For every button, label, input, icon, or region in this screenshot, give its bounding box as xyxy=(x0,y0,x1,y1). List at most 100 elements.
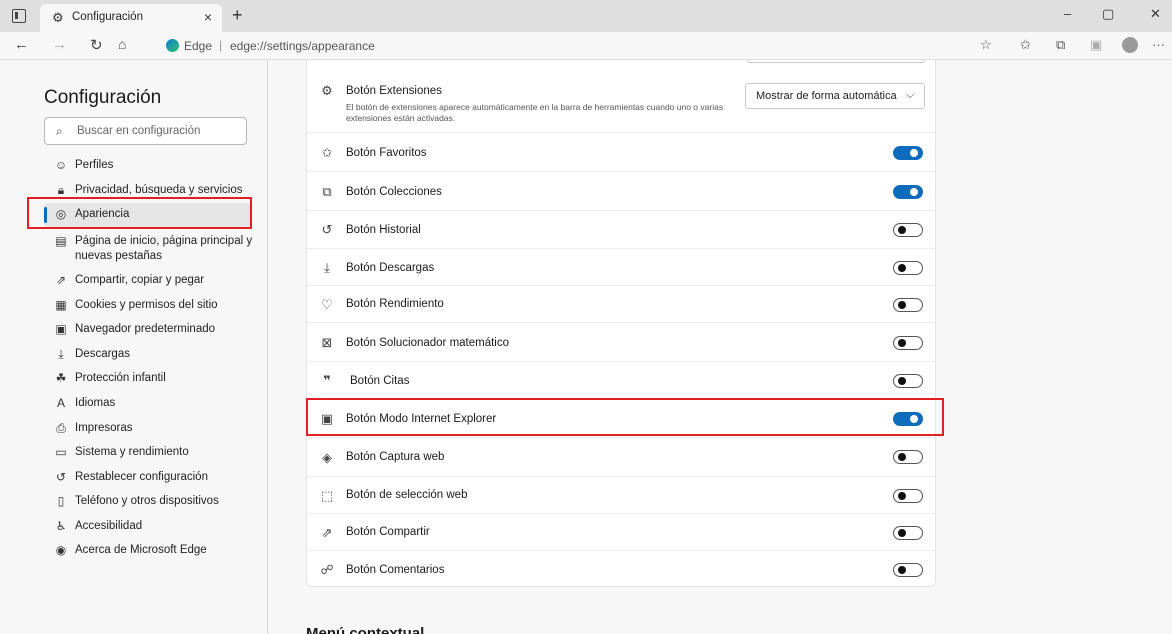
seleccion-web-toggle[interactable] xyxy=(893,489,923,503)
toggle-knob xyxy=(898,226,906,234)
web-capture-icon: ◈ xyxy=(322,450,332,465)
toggle-knob xyxy=(898,377,906,385)
gear-icon: ⚙ xyxy=(52,10,64,25)
lock-icon: 🔒︎ xyxy=(57,183,65,197)
solucionador-toggle[interactable] xyxy=(893,336,923,350)
ie-mode-icon[interactable]: ▣ xyxy=(1090,37,1102,53)
printer-icon: ⎙ xyxy=(56,421,66,435)
setting-row-extensiones: ⚙ Botón Extensiones El botón de extensio… xyxy=(307,68,937,131)
setting-label: Botón Compartir xyxy=(346,526,430,538)
reset-icon: ↺ xyxy=(55,470,67,484)
forward-arrow-icon[interactable]: → xyxy=(52,36,67,53)
home-icon[interactable]: ⌂ xyxy=(118,36,126,52)
citas-toggle[interactable] xyxy=(893,374,923,388)
address-separator: | xyxy=(219,38,223,52)
sidebar-item-label: Acerca de Microsoft Edge xyxy=(75,544,207,556)
setting-label: Botón Citas xyxy=(350,375,410,387)
toggle-knob xyxy=(910,188,918,196)
setting-label: Botón de selección web xyxy=(346,489,468,501)
toggle-knob xyxy=(898,453,906,461)
sidebar-item-label: Compartir, copiar y pegar xyxy=(75,274,205,286)
navigation-bar: ← → ↻ ⌂ Edge | edge://settings/appearanc… xyxy=(0,32,1172,60)
quotes-icon: ❞ xyxy=(323,373,331,388)
phone-icon: ▯ xyxy=(57,494,65,508)
share-icon: ⇗ xyxy=(55,273,67,287)
setting-description: El botón de extensiones aparece automáti… xyxy=(346,102,724,123)
highlight-box-modo-ie xyxy=(306,398,944,436)
more-options-icon[interactable]: ··· xyxy=(1152,37,1165,52)
toggle-knob xyxy=(898,264,906,272)
download-icon: ⤓ xyxy=(58,347,64,361)
descargas-toggle[interactable] xyxy=(893,261,923,275)
setting-row-favoritos: ✩ Botón Favoritos xyxy=(307,132,937,171)
edge-logo-icon: ◉ xyxy=(55,543,67,557)
setting-label: Botón Rendimiento xyxy=(346,298,444,310)
system-icon: ▭ xyxy=(55,445,67,459)
rendimiento-toggle[interactable] xyxy=(893,298,923,312)
minimize-button[interactable]: – xyxy=(1064,6,1071,21)
family-icon: ☘ xyxy=(55,371,67,385)
languages-icon: A xyxy=(56,396,65,410)
setting-label: Botón Solucionador matemático xyxy=(346,337,510,349)
previous-dropdown-edge xyxy=(747,60,925,63)
sidebar-item-label: Teléfono y otros dispositivos xyxy=(75,495,219,507)
address-brand: Edge xyxy=(184,39,213,53)
address-url: edge://settings/appearance xyxy=(230,39,375,53)
historial-toggle[interactable] xyxy=(893,223,923,237)
address-bar[interactable]: Edge | edge://settings/appearance xyxy=(152,35,972,57)
sidebar-title: Configuración xyxy=(44,87,162,108)
restore-button[interactable]: ▢ xyxy=(1102,6,1114,22)
share-icon: ⇗ xyxy=(321,525,333,540)
compartir-toggle[interactable] xyxy=(893,526,923,540)
comentarios-toggle[interactable] xyxy=(893,563,923,577)
setting-label: Botón Extensiones xyxy=(346,85,442,97)
chevron-down-icon: ⌵ xyxy=(906,89,915,101)
setting-row-seleccion-web: ⬚ Botón de selección web xyxy=(307,476,937,513)
search-input[interactable] xyxy=(77,122,241,140)
toggle-knob xyxy=(898,529,906,537)
web-select-icon: ⬚ xyxy=(320,488,334,503)
refresh-icon[interactable]: ↻ xyxy=(90,36,103,54)
browser-icon: ▣ xyxy=(55,322,67,336)
toolbar-settings-card: ⚙ Botón Extensiones El botón de extensio… xyxy=(306,60,937,587)
downloads-icon: ⤓ xyxy=(324,260,330,275)
toggle-knob xyxy=(898,339,906,347)
sidebar-item-label: Perfiles xyxy=(75,159,114,171)
dropdown-value: Mostrar de forma automática xyxy=(756,90,897,102)
setting-row-rendimiento: ♡ Botón Rendimiento xyxy=(307,285,937,322)
colecciones-toggle[interactable] xyxy=(893,185,923,199)
settings-sidebar: Configuración ⌕ ☺ Perfiles 🔒︎ Privacidad… xyxy=(0,60,268,634)
profile-avatar[interactable] xyxy=(1122,37,1138,53)
favoritos-toggle[interactable] xyxy=(893,146,923,160)
favorites-icon[interactable]: ✩ xyxy=(1020,37,1031,53)
new-tab-button[interactable]: + xyxy=(232,5,243,26)
highlight-box-sidebar xyxy=(27,197,252,229)
sidebar-item-label: Accesibilidad xyxy=(75,520,143,532)
favorites-icon: ✩ xyxy=(321,145,333,160)
add-favorite-icon[interactable]: ☆ xyxy=(980,37,992,53)
sidebar-item-label: Sistema y rendimiento xyxy=(75,446,189,458)
title-bar: ⚙ Configuración × + – ▢ ✕ xyxy=(0,0,1172,32)
sidebar-item-label: Protección infantil xyxy=(75,372,166,384)
tab-settings[interactable]: ⚙ Configuración × xyxy=(40,4,222,32)
history-icon: ↺ xyxy=(321,222,333,237)
feedback-icon: ☍ xyxy=(320,562,334,577)
collections-icon[interactable]: ⧉ xyxy=(1056,37,1065,53)
profile-icon: ☺ xyxy=(54,158,68,172)
sidebar-item-label: Cookies y permisos del sitio xyxy=(75,299,218,311)
home-page-icon: ▤ xyxy=(55,234,67,248)
accessibility-icon: ♿︎ xyxy=(55,519,67,533)
tab-actions-icon[interactable] xyxy=(12,9,26,23)
back-arrow-icon[interactable]: ← xyxy=(14,36,29,53)
setting-label: Botón Captura web xyxy=(346,451,445,463)
setting-row-compartir: ⇗ Botón Compartir xyxy=(307,513,937,550)
close-window-button[interactable]: ✕ xyxy=(1150,6,1161,22)
tab-close-button[interactable]: × xyxy=(204,9,212,25)
toggle-knob xyxy=(898,566,906,574)
captura-web-toggle[interactable] xyxy=(893,450,923,464)
tab-title: Configuración xyxy=(72,11,143,23)
search-box[interactable]: ⌕ xyxy=(44,117,247,145)
collections-icon: ⧉ xyxy=(322,184,332,199)
next-section-heading: Menú contextual xyxy=(306,625,425,634)
extensions-dropdown[interactable]: Mostrar de forma automática ⌵ xyxy=(745,83,925,109)
